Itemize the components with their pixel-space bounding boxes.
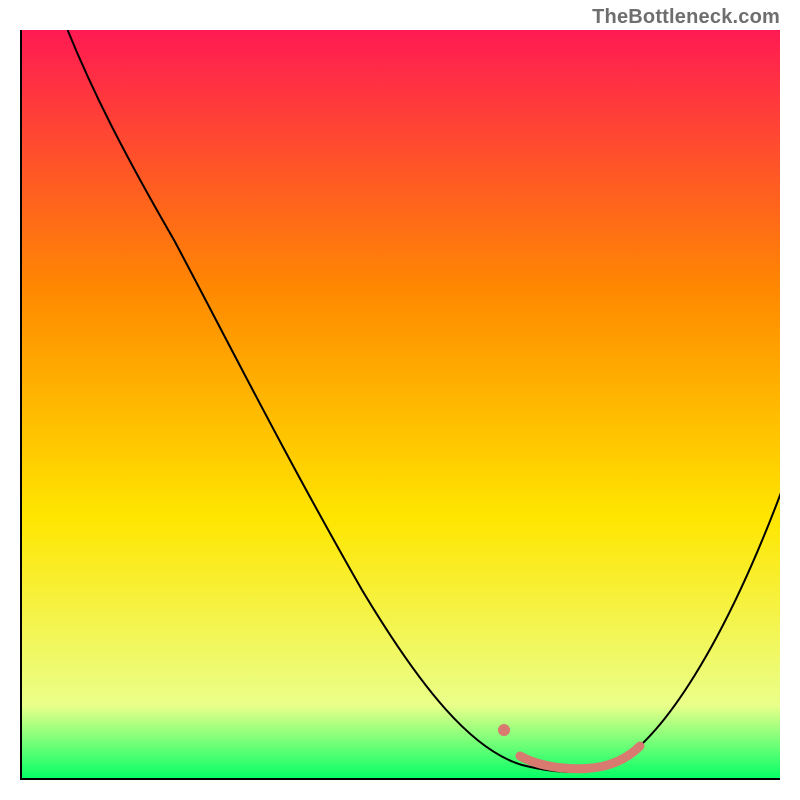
chart-svg xyxy=(22,30,780,780)
gradient-background xyxy=(22,30,780,780)
watermark-label: TheBottleneck.com xyxy=(592,6,780,29)
plot-area xyxy=(20,30,780,780)
chart-container: TheBottleneck.com xyxy=(0,0,800,800)
highlight-dot-start xyxy=(498,724,510,736)
